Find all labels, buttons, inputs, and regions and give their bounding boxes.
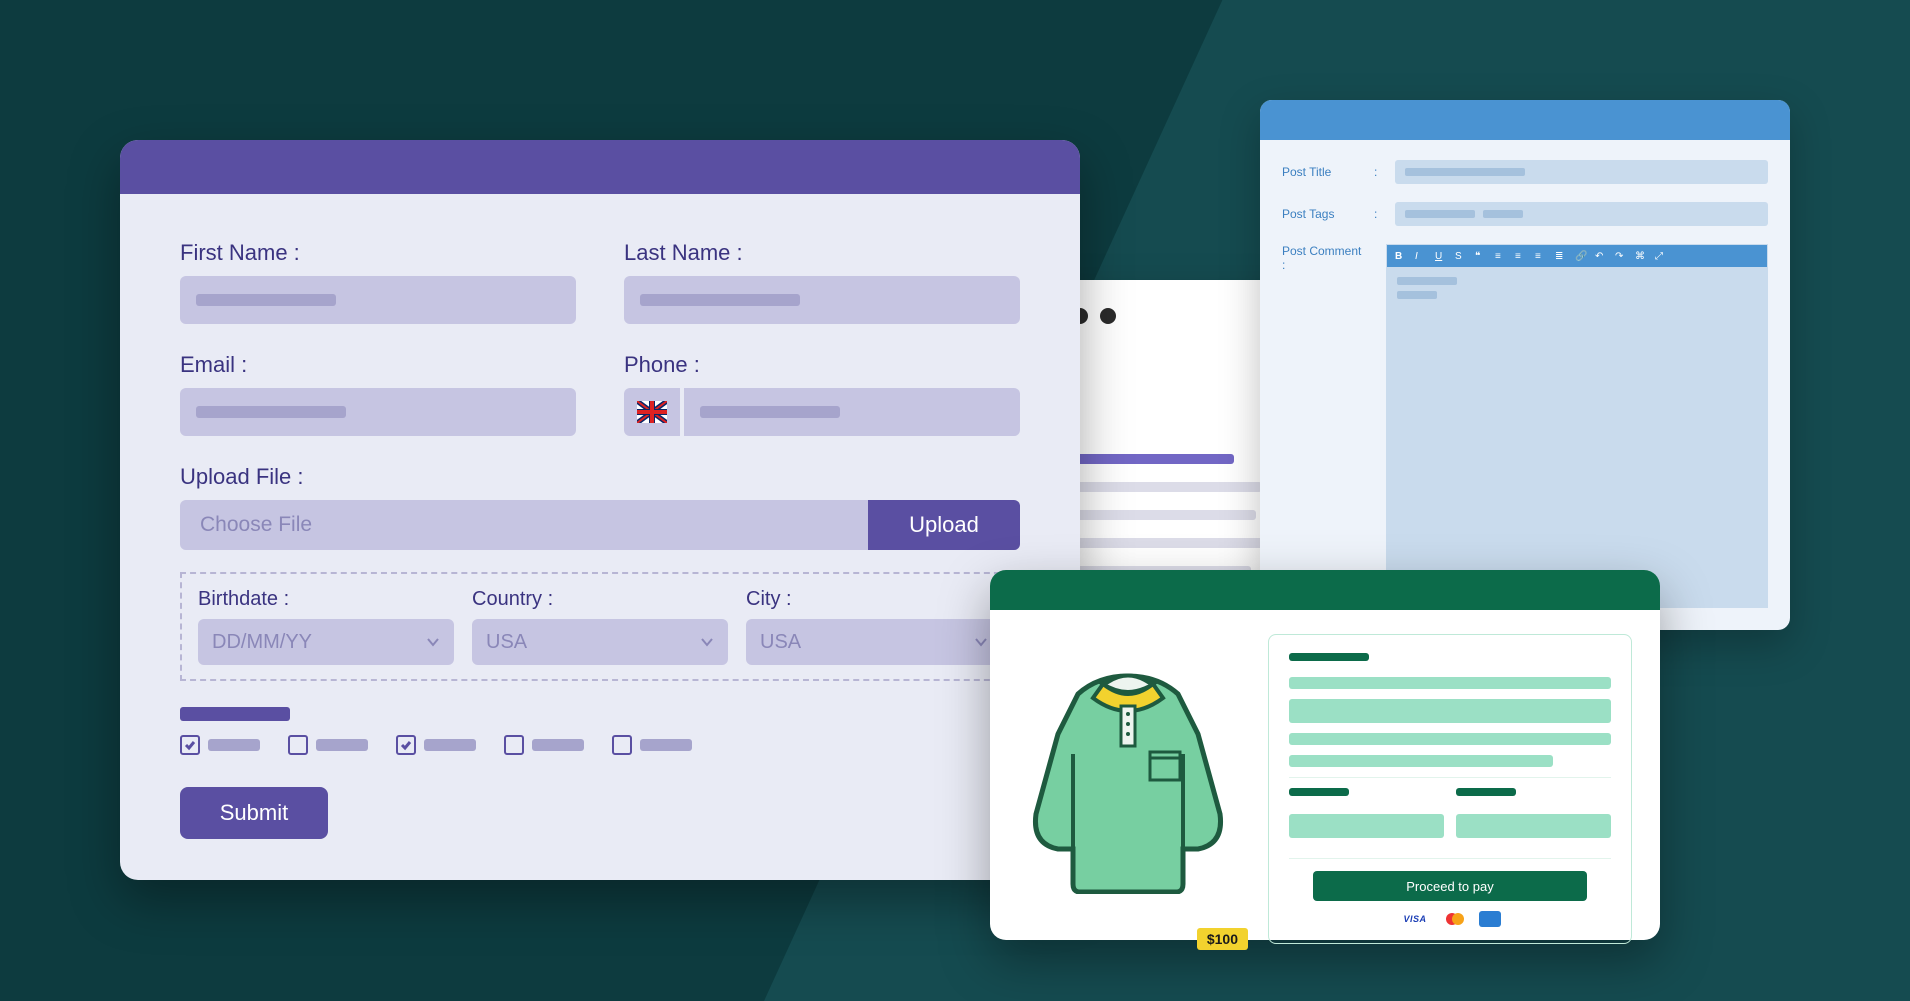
country-select[interactable]: USA — [472, 619, 728, 665]
checkout-panel: $100 Proceed to pay — [990, 570, 1660, 940]
upload-file-field[interactable]: Choose File — [180, 500, 868, 550]
birthdate-select[interactable]: DD/MM/YY — [198, 619, 454, 665]
visa-icon: VISA — [1399, 909, 1431, 929]
summary-field[interactable] — [1289, 814, 1444, 838]
phone-input[interactable] — [684, 388, 1020, 436]
expand-icon[interactable]: ⤢ — [1655, 251, 1665, 261]
checkbox-item[interactable] — [180, 735, 260, 755]
email-label: Email : — [180, 352, 576, 378]
editor-panel: Post Title : Post Tags : Post Comment : … — [1260, 100, 1790, 630]
strike-icon[interactable]: S — [1455, 251, 1465, 261]
chevron-down-icon — [700, 635, 714, 649]
code-icon[interactable]: ⌘ — [1635, 251, 1645, 261]
chevron-down-icon — [426, 635, 440, 649]
submit-button[interactable]: Submit — [180, 787, 328, 839]
summary-line — [1289, 733, 1611, 745]
amex-icon — [1479, 911, 1501, 927]
checkbox-item[interactable] — [612, 735, 692, 755]
redo-icon[interactable]: ↷ — [1615, 251, 1625, 261]
phone-label: Phone : — [624, 352, 1020, 378]
last-name-label: Last Name : — [624, 240, 1020, 266]
summary-title — [1289, 653, 1369, 661]
post-title-input[interactable] — [1395, 160, 1768, 184]
country-label: Country : — [472, 588, 728, 611]
list-icon[interactable]: ≣ — [1555, 251, 1565, 261]
align-center-icon[interactable]: ≡ — [1515, 251, 1525, 261]
tshirt-icon — [1018, 634, 1238, 894]
uk-flag-icon — [637, 401, 667, 423]
form-panel: First Name : Last Name : Email : Phone : — [120, 140, 1080, 880]
checkbox-item[interactable] — [504, 735, 584, 755]
post-tags-input[interactable] — [1395, 202, 1768, 226]
checkbox-item[interactable] — [396, 735, 476, 755]
summary-line — [1289, 755, 1553, 767]
order-summary: Proceed to pay VISA — [1268, 634, 1632, 944]
post-comment-label: Post Comment : — [1282, 244, 1368, 608]
first-name-input[interactable] — [180, 276, 576, 324]
quote-icon[interactable]: ❝ — [1475, 251, 1485, 261]
upload-button[interactable]: Upload — [868, 500, 1020, 550]
chevron-down-icon — [974, 635, 988, 649]
checkbox-row — [180, 735, 1020, 755]
italic-icon[interactable]: I — [1415, 251, 1425, 261]
summary-line — [1289, 699, 1611, 723]
phone-flag-select[interactable] — [624, 388, 680, 436]
link-icon[interactable]: 🔗 — [1575, 251, 1585, 261]
last-name-input[interactable] — [624, 276, 1020, 324]
editor-toolbar: B I U S ❝ ≡ ≡ ≡ ≣ 🔗 ↶ ↷ ⌘ ⤢ — [1387, 245, 1767, 267]
summary-subtitle — [1456, 788, 1516, 796]
proceed-to-pay-button[interactable]: Proceed to pay — [1313, 871, 1587, 901]
post-tags-label: Post Tags — [1282, 207, 1356, 221]
upload-placeholder: Choose File — [200, 513, 312, 537]
editor-header — [1260, 100, 1790, 140]
form-header — [120, 140, 1080, 194]
align-right-icon[interactable]: ≡ — [1535, 251, 1545, 261]
underline-icon[interactable]: U — [1435, 251, 1445, 261]
upload-label: Upload File : — [180, 464, 1020, 490]
product-image: $100 — [1018, 634, 1238, 944]
window-dot — [1100, 308, 1116, 324]
bold-icon[interactable]: B — [1395, 251, 1405, 261]
birthdate-label: Birthdate : — [198, 588, 454, 611]
rich-text-editor[interactable]: B I U S ❝ ≡ ≡ ≡ ≣ 🔗 ↶ ↷ ⌘ ⤢ — [1386, 244, 1768, 608]
summary-field[interactable] — [1456, 814, 1611, 838]
extra-fields-group: Birthdate : DD/MM/YY Country : USA City … — [180, 572, 1020, 681]
checkout-header — [990, 570, 1660, 610]
post-title-label: Post Title — [1282, 165, 1356, 179]
summary-subtitle — [1289, 788, 1349, 796]
first-name-label: First Name : — [180, 240, 576, 266]
checkbox-item[interactable] — [288, 735, 368, 755]
city-select[interactable]: USA — [746, 619, 1002, 665]
city-label: City : — [746, 588, 1002, 611]
payment-methods: VISA — [1289, 909, 1611, 929]
checkbox-group-label — [180, 707, 290, 721]
editor-content[interactable] — [1387, 267, 1767, 607]
align-left-icon[interactable]: ≡ — [1495, 251, 1505, 261]
undo-icon[interactable]: ↶ — [1595, 251, 1605, 261]
mastercard-icon — [1439, 909, 1471, 929]
email-input[interactable] — [180, 388, 576, 436]
price-tag: $100 — [1197, 928, 1248, 950]
summary-line — [1289, 677, 1611, 689]
